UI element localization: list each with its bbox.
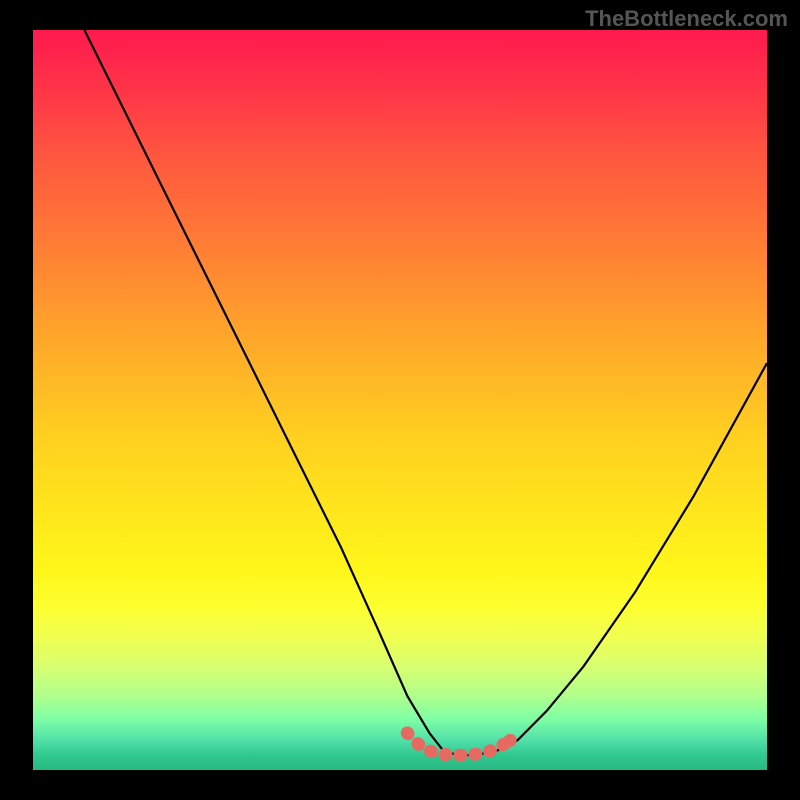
highlight-segment [401,727,517,756]
curve-line [84,30,767,755]
watermark-text: TheBottleneck.com [585,6,788,32]
chart-plot-area [33,30,767,770]
chart-svg [33,30,767,770]
